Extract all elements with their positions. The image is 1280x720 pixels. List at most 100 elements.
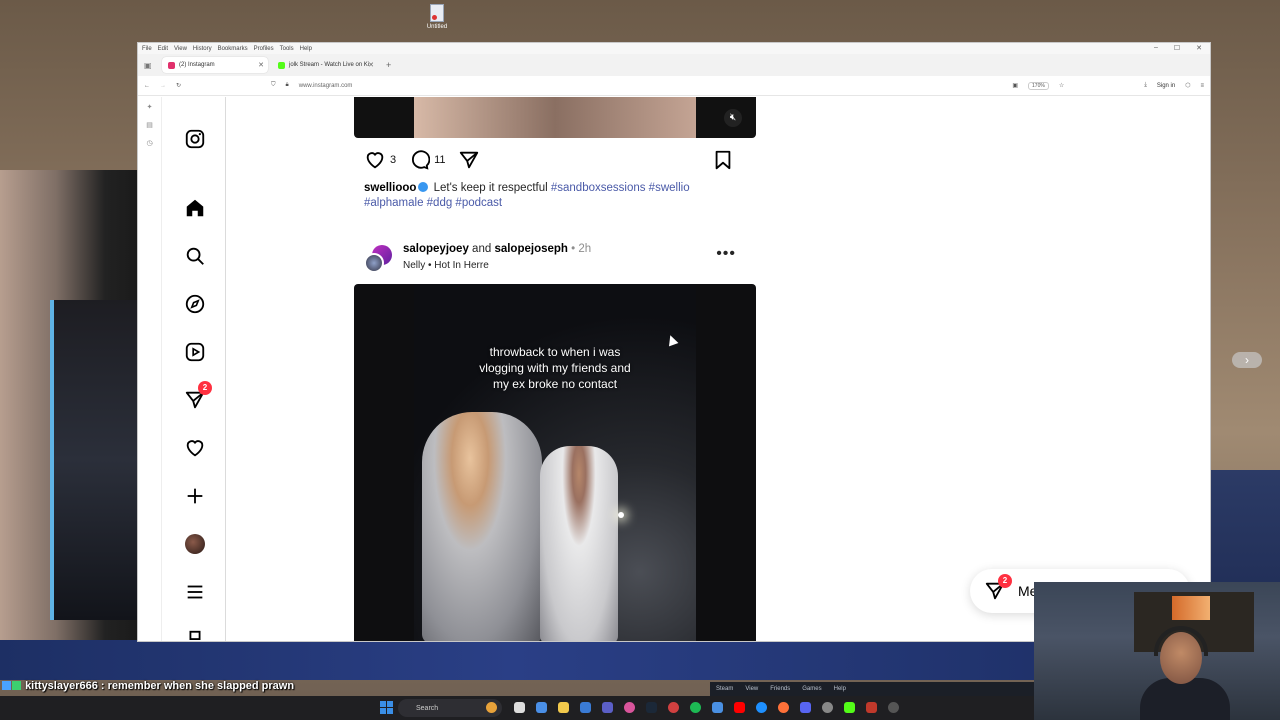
spotify-icon[interactable] <box>690 702 701 713</box>
steam-icon[interactable] <box>646 702 657 713</box>
street-lamp <box>618 512 624 518</box>
edge-icon[interactable] <box>756 702 767 713</box>
reload-icon[interactable]: ↻ <box>176 82 181 89</box>
sign-in-button[interactable]: Sign in <box>1157 83 1175 89</box>
steam-menu-games[interactable]: Games <box>802 686 821 692</box>
file-explorer-icon[interactable] <box>558 702 569 713</box>
music-artist: Nelly <box>403 260 426 271</box>
opera-icon[interactable] <box>624 702 635 713</box>
menu-profiles[interactable]: Profiles <box>254 46 274 52</box>
youtube-icon[interactable] <box>734 702 745 713</box>
desktop-file-icon[interactable]: Untitled <box>422 4 452 30</box>
author-1[interactable]: salopeyjoey <box>403 243 469 255</box>
sidebar-history-icon[interactable]: ◷ <box>146 139 152 147</box>
menu-icon[interactable]: ≡ <box>1200 83 1204 89</box>
explore-icon[interactable] <box>182 291 208 317</box>
create-plus-icon[interactable] <box>182 483 208 509</box>
comment-button[interactable]: 11 <box>408 149 446 171</box>
overlay-line-2: vlogging with my friends and <box>479 361 631 375</box>
messages-icon: 2 <box>984 574 1012 602</box>
menu-tools[interactable]: Tools <box>280 46 294 52</box>
menu-help[interactable]: Help <box>300 46 312 52</box>
bookmark-star-icon[interactable]: ☆ <box>1059 82 1064 89</box>
taskbar: Search <box>0 696 1034 720</box>
post-video[interactable]: throwback to when i was vlogging with my… <box>354 284 756 641</box>
settings-icon[interactable] <box>822 702 833 713</box>
post-time: 2h <box>578 243 592 255</box>
screenshot-icon[interactable]: ▣ <box>1012 82 1018 89</box>
post-header: salopeyjoey and salopejoseph • 2h Nelly … <box>364 243 746 273</box>
search-icon[interactable] <box>182 243 208 269</box>
forward-icon[interactable]: → <box>160 83 166 89</box>
menu-history[interactable]: History <box>193 46 212 52</box>
weather-icon[interactable] <box>486 702 497 713</box>
more-options-icon[interactable]: ••• <box>716 246 736 262</box>
extension-icon[interactable]: ⬡ <box>1185 82 1190 89</box>
notifications-heart-icon[interactable] <box>182 435 208 461</box>
steam-menu-friends[interactable]: Friends <box>770 686 790 692</box>
save-button[interactable] <box>712 149 734 171</box>
back-icon[interactable]: ← <box>144 83 150 89</box>
sidebar-ai-icon[interactable]: ✦ <box>147 103 153 111</box>
author-2[interactable]: salopejoseph <box>494 243 568 255</box>
muted-speaker-icon[interactable]: 🔇︎ <box>724 109 742 127</box>
tab-list-icon[interactable]: ▣ <box>144 61 158 70</box>
task-view-icon[interactable] <box>514 702 525 713</box>
like-count: 3 <box>390 154 397 166</box>
reels-icon[interactable] <box>182 339 208 365</box>
copilot-icon[interactable] <box>536 702 547 713</box>
caption-hashtags[interactable]: #sandboxsessions #swellio <box>551 182 690 194</box>
kick-icon[interactable] <box>844 702 855 713</box>
download-icon[interactable]: ⤓ <box>1144 82 1147 89</box>
close-tab-icon[interactable]: ✕ <box>258 61 264 69</box>
obs-icon[interactable] <box>888 702 899 713</box>
sidebar-bookmarks-icon[interactable]: ▤ <box>146 121 153 129</box>
tab-instagram[interactable]: (2) Instagram ✕ <box>162 57 268 73</box>
app-icon[interactable] <box>866 702 877 713</box>
windows-start-icon[interactable] <box>380 701 393 714</box>
steam-menu-help[interactable]: Help <box>834 686 846 692</box>
teams-icon[interactable] <box>602 702 613 713</box>
comment-count: 11 <box>434 154 446 166</box>
zoom-level[interactable]: 170% <box>1028 81 1049 90</box>
discord-icon[interactable] <box>800 702 811 713</box>
share-button[interactable] <box>458 149 480 171</box>
like-button[interactable]: 3 <box>364 149 396 171</box>
steam-menu-view[interactable]: View <box>745 686 758 692</box>
badge-icon <box>12 681 21 690</box>
menu-edit[interactable]: Edit <box>158 46 168 52</box>
firefox-icon[interactable] <box>778 702 789 713</box>
address-bar: ← → ↻ ⛉ 🔒︎ www.instagram.com ▣ 170% ☆ ⤓ … <box>138 76 1210 96</box>
chat-username: kittyslayer666 <box>25 680 98 692</box>
caption-hashtags-2[interactable]: #alphamale #ddg #podcast <box>364 197 502 209</box>
tab-kick[interactable]: jolk Stream - Watch Live on Ki ✕ <box>272 57 378 73</box>
notepad-icon[interactable] <box>712 702 723 713</box>
browser-icon[interactable] <box>668 702 679 713</box>
maximize-icon[interactable]: ☐ <box>1174 44 1180 52</box>
collab-avatars[interactable] <box>364 245 392 273</box>
post-music[interactable]: Nelly • Hot In Herre <box>403 260 489 271</box>
close-icon[interactable]: ✕ <box>1196 44 1202 52</box>
menu-bookmarks[interactable]: Bookmarks <box>218 46 248 52</box>
shield-icon[interactable]: ⛉ <box>271 82 276 89</box>
messages-icon[interactable]: 2 <box>182 381 212 413</box>
chat-text: remember when she slapped prawn <box>107 680 295 692</box>
menu-view[interactable]: View <box>174 46 187 52</box>
menu-file[interactable]: File <box>142 46 152 52</box>
new-tab-icon[interactable]: + <box>382 60 395 70</box>
authors-and: and <box>472 243 492 255</box>
kick-favicon-icon <box>278 61 285 69</box>
caption-username[interactable]: swelliooo <box>364 182 416 194</box>
app-icon[interactable] <box>580 702 591 713</box>
also-from-meta-icon[interactable] <box>182 627 208 641</box>
instagram-logo-icon[interactable] <box>182 126 208 152</box>
url-field[interactable]: www.instagram.com <box>299 83 1003 89</box>
arrow-right-icon[interactable]: › <box>1232 352 1262 368</box>
more-menu-icon[interactable] <box>182 579 208 605</box>
profile-avatar[interactable] <box>182 531 208 557</box>
minimize-icon[interactable]: – <box>1154 44 1158 52</box>
home-icon[interactable] <box>182 195 208 221</box>
previous-post-media[interactable]: 🔇︎ <box>354 97 756 138</box>
steam-menu-steam[interactable]: Steam <box>716 686 733 692</box>
close-tab-icon[interactable]: ✕ <box>368 61 374 69</box>
